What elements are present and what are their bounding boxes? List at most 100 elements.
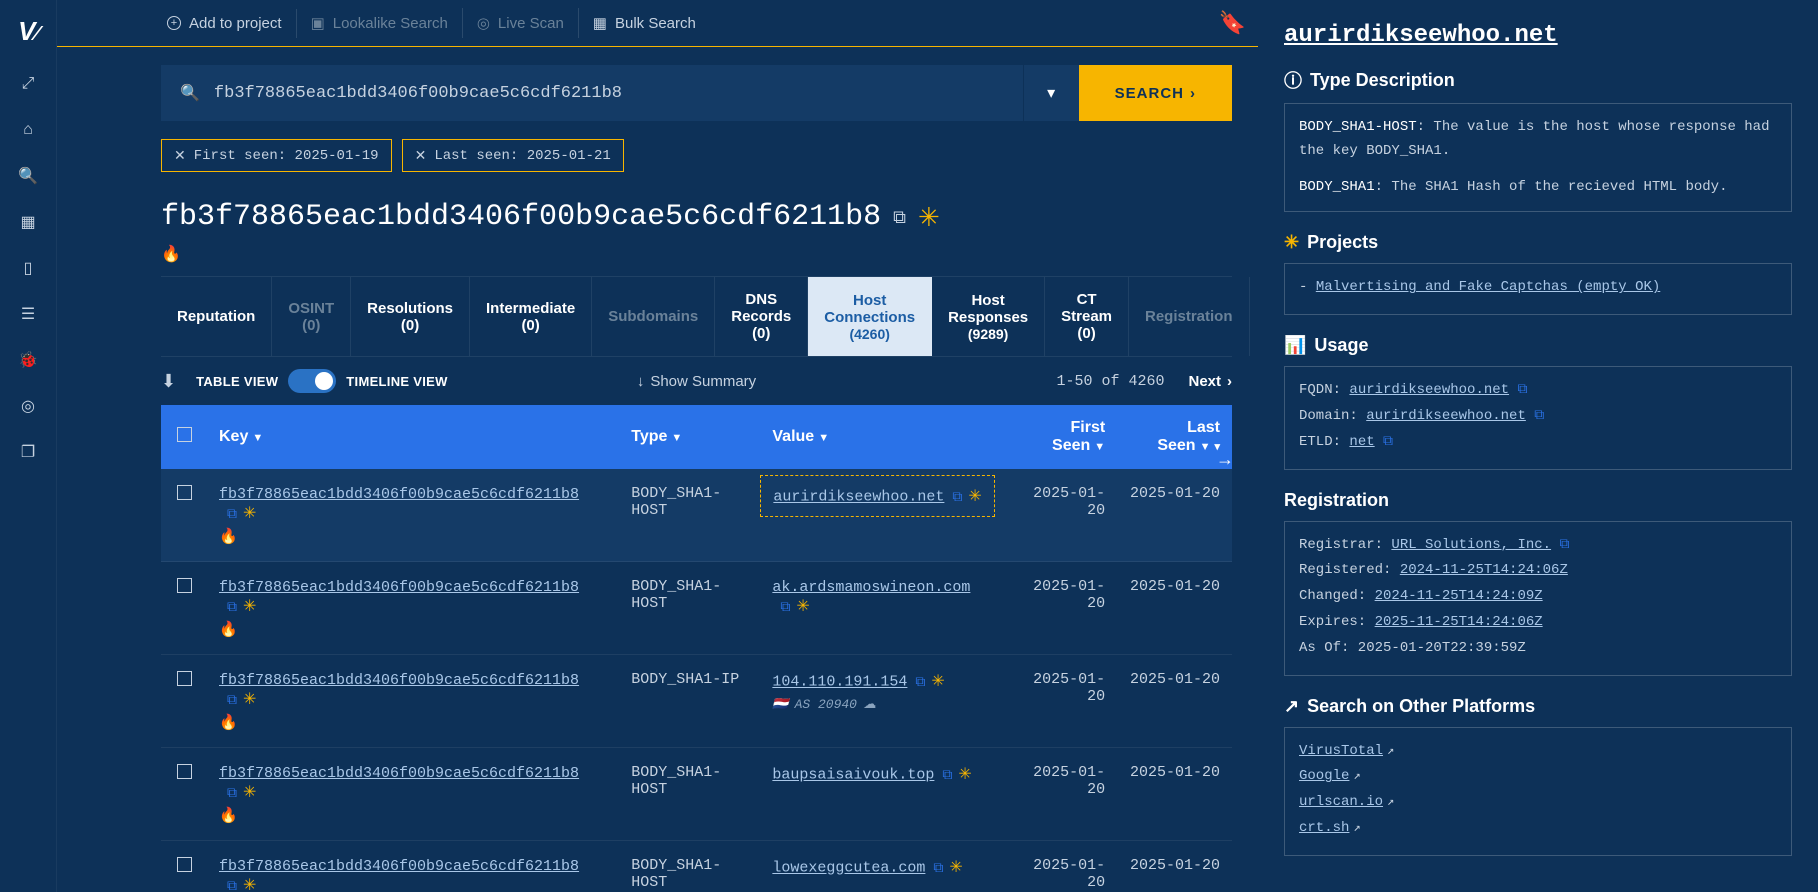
next-button[interactable]: Next › — [1188, 373, 1232, 390]
row-checkbox[interactable] — [177, 578, 192, 593]
key-link[interactable]: fb3f78865eac1bdd3406f00b9cae5c6cdf6211b8 — [219, 858, 579, 875]
filter-button[interactable]: ▾ — [1023, 65, 1079, 121]
filter-icon: ▼ — [1094, 441, 1105, 453]
copy-icon[interactable]: ⧉ — [1383, 434, 1393, 450]
tab-dns[interactable]: DNS Records (0) — [715, 277, 808, 356]
etld-link[interactable]: net — [1349, 434, 1374, 450]
chip-last-seen[interactable]: ✕ Last seen: 2025-01-21 — [402, 139, 624, 172]
copy-icon[interactable]: ⧉ — [1534, 408, 1544, 424]
copy-icon[interactable]: ⧉ — [780, 598, 790, 615]
copy-icon[interactable]: ⧉ — [915, 673, 925, 690]
value-link[interactable]: baupsaisaivouk.top — [772, 767, 934, 784]
book-icon[interactable]: ▯ — [7, 247, 49, 289]
table-row[interactable]: fb3f78865eac1bdd3406f00b9cae5c6cdf6211b8… — [161, 562, 1232, 655]
table-row[interactable]: fb3f78865eac1bdd3406f00b9cae5c6cdf6211b8… — [161, 655, 1232, 748]
section-projects: ✳Projects - Malvertising and Fake Captch… — [1284, 232, 1792, 315]
copy-icon[interactable]: ⧉ — [952, 488, 962, 505]
domain-link[interactable]: aurirdikseewhoo.net — [1366, 408, 1526, 424]
col-value[interactable]: Value▼ — [760, 405, 1010, 469]
row-checkbox[interactable] — [177, 671, 192, 686]
close-icon[interactable]: ✕ — [415, 147, 427, 164]
copy-icon[interactable]: ⧉ — [933, 859, 943, 876]
copy-icon[interactable]: ⧉ — [893, 207, 906, 228]
first-seen: 2025-01-20 — [1011, 841, 1118, 892]
copy-icon[interactable]: ⧉ — [227, 784, 237, 801]
copy-icon[interactable]: ⧉ — [227, 877, 237, 892]
value-link[interactable]: ak.ardsmamoswineon.com — [772, 579, 970, 596]
tab-resolutions[interactable]: Resolutions (0) — [351, 277, 470, 356]
tab-ct-stream[interactable]: CT Stream (0) — [1045, 277, 1129, 356]
col-type[interactable]: Type▼ — [619, 405, 760, 469]
tab-osint[interactable]: OSINT (0) — [272, 277, 351, 356]
bulk-search-button[interactable]: ▦ Bulk Search — [579, 8, 710, 38]
download-icon[interactable]: ⬇ — [161, 371, 176, 392]
copy-stack-icon[interactable]: ❐ — [7, 431, 49, 473]
lookalike-search-button[interactable]: ▣ Lookalike Search — [297, 8, 463, 38]
copy-icon[interactable]: ⧉ — [227, 505, 237, 522]
tab-intermediate[interactable]: Intermediate (0) — [470, 277, 592, 356]
table-row[interactable]: fb3f78865eac1bdd3406f00b9cae5c6cdf6211b8… — [161, 841, 1232, 892]
col-last-seen[interactable]: Last Seen▼▾ — [1117, 405, 1232, 469]
external-link[interactable]: crt.sh — [1299, 820, 1349, 836]
value-cell: aurirdikseewhoo.net⧉✳ — [760, 469, 1010, 562]
search-button[interactable]: SEARCH › — [1079, 65, 1232, 121]
value-link[interactable]: 104.110.191.154 — [772, 674, 907, 691]
registrar-link[interactable]: URL Solutions, Inc. — [1391, 537, 1551, 553]
tab-host-connections[interactable]: Host Connections (4260) — [808, 277, 932, 356]
section-type-description: ⓘType Description BODY_SHA1-HOST: The va… — [1284, 67, 1792, 212]
search-input[interactable] — [214, 84, 1004, 103]
copy-icon[interactable]: ⧉ — [227, 691, 237, 708]
select-all-checkbox[interactable] — [177, 427, 192, 442]
value-link[interactable]: lowexeggcutea.com — [772, 860, 925, 877]
tab-reputation[interactable]: Reputation — [161, 277, 272, 356]
external-link[interactable]: urlscan.io — [1299, 794, 1383, 810]
copy-icon[interactable]: ⧉ — [1517, 382, 1527, 398]
expires-link[interactable]: 2025-11-25T14:24:06Z — [1375, 614, 1543, 630]
changed-link[interactable]: 2024-11-25T14:24:09Z — [1375, 588, 1543, 604]
funnel-icon: ▾ — [1047, 83, 1055, 103]
external-link[interactable]: VirusTotal — [1299, 743, 1383, 759]
tab-registration[interactable]: Registration — [1129, 277, 1250, 356]
chip-first-seen[interactable]: ✕ First seen: 2025-01-19 — [161, 139, 392, 172]
external-link[interactable]: Google — [1299, 768, 1349, 784]
copy-icon[interactable]: ⧉ — [1559, 537, 1569, 553]
table-container: → Key▼ Type▼ Value▼ First Seen▼ Last See… — [161, 405, 1232, 892]
project-link[interactable]: Malvertising and Fake Captchas (empty OK… — [1316, 279, 1660, 295]
add-to-project-button[interactable]: + Add to project — [161, 9, 297, 38]
sidebar: V⁄ ⤢ ⌂ 🔍 ▦ ▯ ☰ 🐞 ◎ ❐ — [0, 0, 57, 892]
target-icon[interactable]: ◎ — [7, 385, 49, 427]
detail-title[interactable]: aurirdikseewhoo.net — [1284, 22, 1792, 49]
expand-icon[interactable]: ⤢ — [7, 63, 49, 105]
value-link[interactable]: aurirdikseewhoo.net — [773, 489, 944, 506]
tab-host-responses[interactable]: Host Responses (9289) — [932, 277, 1045, 356]
registered-link[interactable]: 2024-11-25T14:24:06Z — [1400, 562, 1568, 578]
fqdn-link[interactable]: aurirdikseewhoo.net — [1349, 382, 1509, 398]
live-scan-button[interactable]: ◎ Live Scan — [463, 8, 579, 38]
list-icon[interactable]: ☰ — [7, 293, 49, 335]
col-first-seen[interactable]: First Seen▼ — [1011, 405, 1118, 469]
key-link[interactable]: fb3f78865eac1bdd3406f00b9cae5c6cdf6211b8 — [219, 765, 579, 782]
bug-icon[interactable]: 🐞 — [7, 339, 49, 381]
tab-subdomains[interactable]: Subdomains — [592, 277, 715, 356]
show-summary-button[interactable]: ↓ Show Summary — [637, 373, 756, 390]
copy-icon[interactable]: ⧉ — [227, 598, 237, 615]
key-link[interactable]: fb3f78865eac1bdd3406f00b9cae5c6cdf6211b8 — [219, 672, 579, 689]
table-row[interactable]: fb3f78865eac1bdd3406f00b9cae5c6cdf6211b8… — [161, 469, 1232, 562]
view-switch[interactable] — [288, 369, 336, 393]
home-icon[interactable]: ⌂ — [7, 109, 49, 151]
bookmark-icon[interactable]: 🔖 — [1219, 10, 1246, 36]
key-link[interactable]: fb3f78865eac1bdd3406f00b9cae5c6cdf6211b8 — [219, 486, 579, 503]
search-icon[interactable]: 🔍 — [7, 155, 49, 197]
col-key[interactable]: Key▼ — [207, 405, 619, 469]
copy-icon[interactable]: ⧉ — [942, 766, 952, 783]
grid-icon[interactable]: ▦ — [7, 201, 49, 243]
row-checkbox[interactable] — [177, 857, 192, 872]
row-checkbox[interactable] — [177, 764, 192, 779]
close-icon[interactable]: ✕ — [174, 147, 186, 164]
flame-indicator: 🔥 — [161, 244, 1232, 264]
table-row[interactable]: fb3f78865eac1bdd3406f00b9cae5c6cdf6211b8… — [161, 748, 1232, 841]
last-seen: 2025-01-20 — [1117, 655, 1232, 748]
key-link[interactable]: fb3f78865eac1bdd3406f00b9cae5c6cdf6211b8 — [219, 579, 579, 596]
row-checkbox[interactable] — [177, 485, 192, 500]
expand-arrow-icon[interactable]: → — [1216, 449, 1234, 470]
